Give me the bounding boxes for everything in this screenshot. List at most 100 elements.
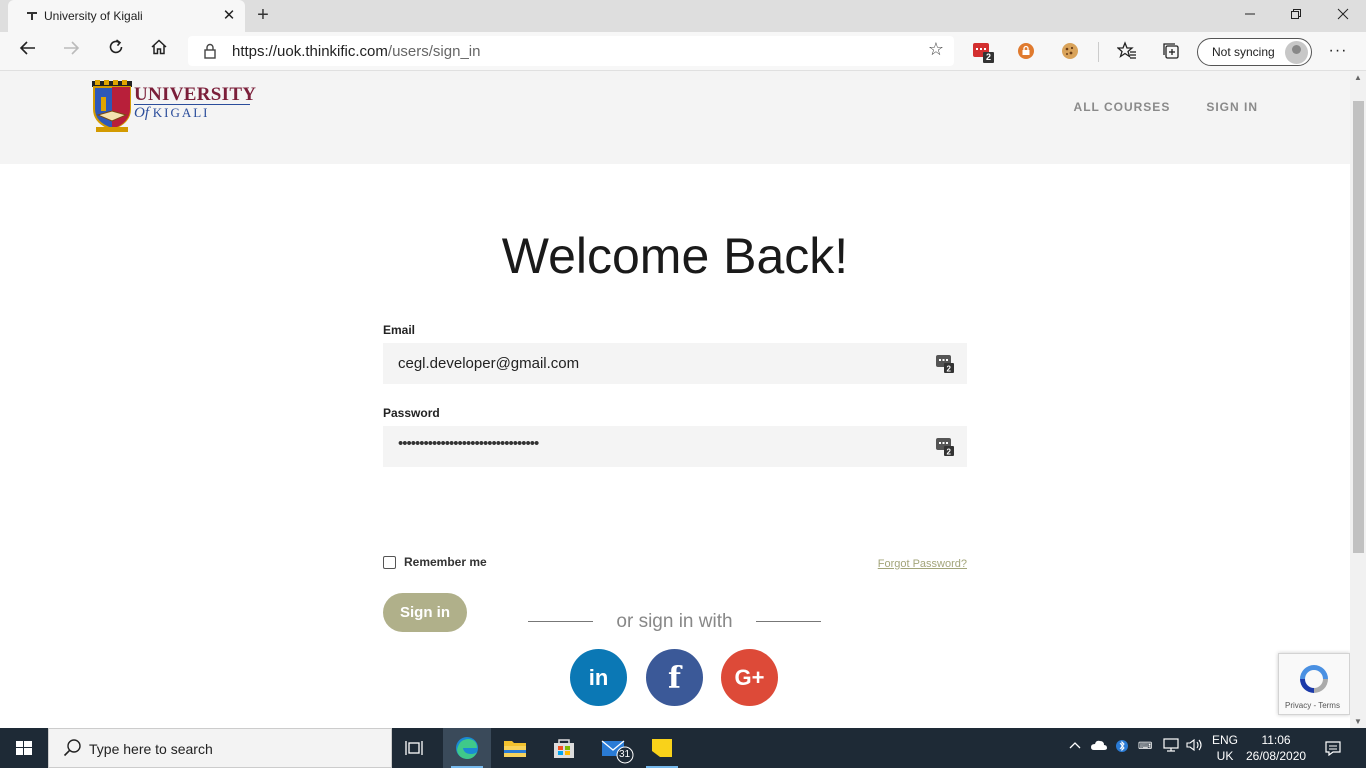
browser-toolbar: https://uok.thinkific.com/users/sign_in … [0,32,1366,71]
password-manager-icon[interactable]: 2 [936,437,954,457]
recaptcha-footer[interactable]: Privacy - Terms [1285,701,1340,710]
password-label: Password [383,406,440,420]
taskbar-search[interactable]: Type here to search [48,728,392,768]
page-content: UNIVERSITY Of KIGALI ALL COURSES SIGN IN… [0,71,1350,728]
google-plus-icon: G+ [734,665,765,690]
url-text[interactable]: https://uok.thinkific.com/users/sign_in [232,43,480,60]
extension-badge: 2 [986,52,992,62]
facebook-icon: f [668,661,681,696]
site-header: UNIVERSITY Of KIGALI ALL COURSES SIGN IN [0,71,1350,164]
mail-icon[interactable]: 31 [590,728,638,768]
or-sign-in-with-divider: or sign in with [528,611,821,635]
password-manager-icon[interactable]: 2 [936,354,954,374]
taskbar-clock[interactable]: 11:06 26/08/2020 [1246,732,1306,764]
onedrive-icon[interactable] [1090,738,1108,755]
svg-text:2: 2 [947,448,952,457]
store-icon[interactable] [540,728,588,768]
file-explorer-icon[interactable] [491,728,539,768]
site-favicon-icon [25,10,39,22]
toolbar-divider [1098,42,1099,62]
crest-icon [92,80,132,132]
home-button[interactable] [143,36,175,66]
collections-icon[interactable] [1161,41,1183,61]
sign-in-form: Email cegl.developer@gmail.com 2 Passwor… [383,323,967,632]
svg-text:⌨: ⌨ [1138,741,1152,752]
profile-sync-button[interactable]: Not syncing [1197,38,1312,66]
more-menu-icon[interactable]: ··· [1322,36,1354,66]
language-code: ENG [1212,733,1239,747]
favorite-star-icon[interactable]: ☆ [928,39,944,60]
remember-me-checkbox[interactable] [383,555,396,569]
site-nav: ALL COURSES SIGN IN [1074,100,1258,114]
page-title: Welcome Back! [501,228,849,284]
scroll-up-arrow-icon[interactable]: ▲ [1353,73,1363,82]
close-window-button[interactable] [1320,0,1366,32]
minimize-button[interactable] [1227,0,1273,32]
linkedin-icon: in [588,665,609,690]
password-field[interactable]: ••••••••••••••••••••••••••••••••• 2 [383,426,967,467]
logo-kigali-text: Of KIGALI [134,105,210,122]
network-icon[interactable] [1162,738,1180,755]
browser-tab[interactable]: University of Kigali ✕ [8,0,245,32]
show-hidden-icons-chevron-icon[interactable] [1068,738,1082,755]
divider-line-right [756,621,821,622]
edge-browser-icon[interactable] [443,728,491,768]
browser-tab-bar: University of Kigali ✕ + [0,0,1366,32]
action-center-icon[interactable] [1324,740,1342,759]
refresh-button[interactable] [100,36,132,66]
nav-all-courses[interactable]: ALL COURSES [1074,100,1171,114]
google-sign-in-button[interactable]: G+ [721,649,778,706]
email-label: Email [383,323,416,337]
email-field[interactable]: cegl.developer@gmail.com 2 [383,343,967,384]
start-button[interactable] [0,728,48,768]
forward-button[interactable] [55,36,87,66]
mail-badge: 31 [619,749,631,760]
scrollbar-thumb[interactable] [1353,101,1364,553]
task-view-icon[interactable] [392,728,440,768]
tab-title: University of Kigali [44,9,143,23]
search-placeholder: Type here to search [89,741,213,757]
profile-avatar-icon [1285,41,1308,64]
password-manager-extension-icon[interactable]: 2 [972,41,994,63]
cookie-extension-icon[interactable] [1060,41,1082,61]
back-button[interactable] [12,36,44,66]
remember-me-label[interactable]: Remember me [404,555,487,569]
logo-of-text: Of [134,105,153,121]
restore-button[interactable] [1273,0,1319,32]
page-scrollbar[interactable]: ▲ ▼ [1350,71,1366,728]
logo-kigali-word: KIGALI [152,105,210,120]
address-bar[interactable]: https://uok.thinkific.com/users/sign_in … [188,36,954,66]
nav-sign-in[interactable]: SIGN IN [1206,100,1258,114]
clock-time: 11:06 [1261,733,1291,747]
input-language[interactable]: ENG UK [1212,732,1238,764]
language-region: UK [1216,749,1234,763]
linkedin-sign-in-button[interactable]: in [570,649,627,706]
lock-extension-icon[interactable] [1016,41,1038,61]
facebook-sign-in-button[interactable]: f [646,649,703,706]
clock-date: 26/08/2020 [1246,749,1307,763]
university-logo[interactable]: UNIVERSITY Of KIGALI [90,79,260,135]
recaptcha-badge[interactable]: Privacy - Terms [1278,653,1350,715]
scroll-down-arrow-icon[interactable]: ▼ [1353,717,1363,726]
forgot-password-link[interactable]: Forgot Password? [878,558,967,570]
lock-icon[interactable] [202,42,218,60]
ime-icon[interactable]: ⌨ [1138,738,1156,755]
or-sign-in-with-text: or sign in with [616,611,733,632]
new-tab-button[interactable]: + [252,4,274,26]
password-value: ••••••••••••••••••••••••••••••••• [398,435,539,452]
volume-icon[interactable] [1186,738,1204,755]
search-icon [63,738,83,758]
profile-sync-label: Not syncing [1212,45,1275,59]
sign-in-button[interactable]: Sign in [383,593,467,632]
url-path: /users/sign_in [387,43,481,60]
svg-text:2: 2 [947,365,952,374]
email-value: cegl.developer@gmail.com [398,355,580,372]
bluetooth-icon[interactable] [1116,738,1128,757]
remember-me-row: Remember me [383,555,487,569]
favorites-icon[interactable] [1116,41,1139,61]
tab-close-icon[interactable]: ✕ [219,6,239,26]
logo-university-text: UNIVERSITY [134,84,257,105]
sticky-notes-icon[interactable] [638,728,686,768]
windows-taskbar: Type here to search 31 ⌨ ENG UK 11:06 26… [0,728,1366,768]
recaptcha-icon [1300,665,1328,693]
